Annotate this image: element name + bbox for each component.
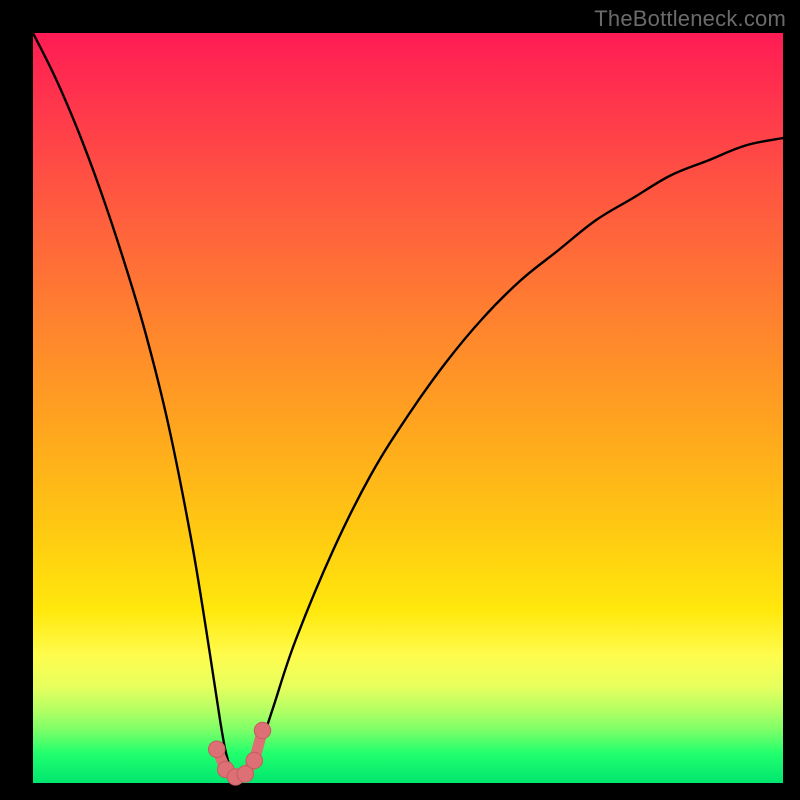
curve-minimum-markers [0, 0, 800, 800]
chart-frame: TheBottleneck.com [0, 0, 800, 800]
curve-marker [209, 741, 226, 758]
curve-marker [254, 722, 271, 739]
curve-marker [246, 752, 263, 769]
watermark-text: TheBottleneck.com [594, 6, 786, 32]
